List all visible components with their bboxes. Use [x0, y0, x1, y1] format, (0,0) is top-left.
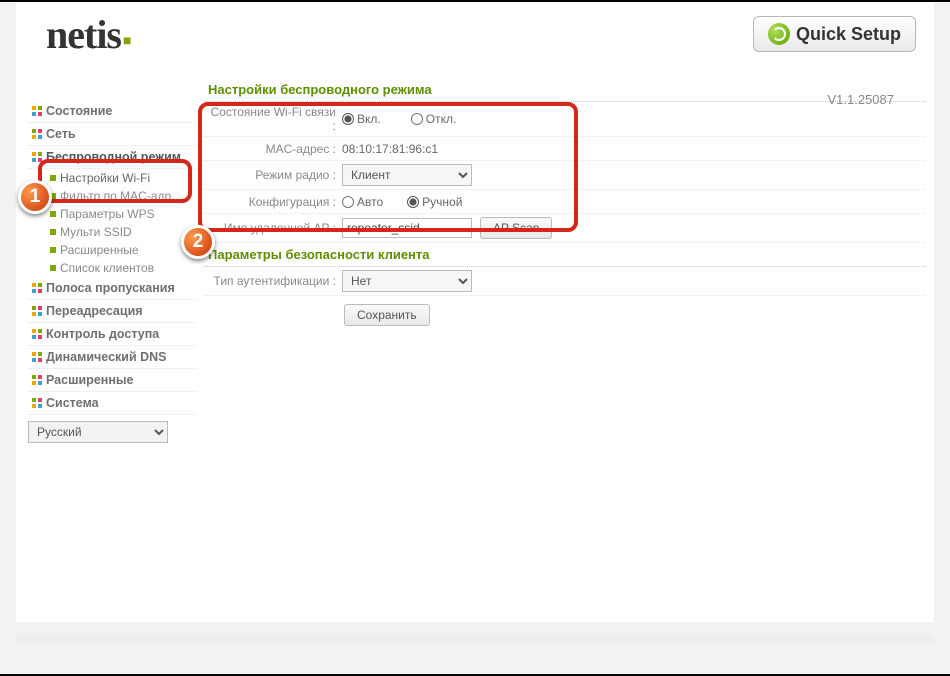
radio-mode-select[interactable]: Клиент	[342, 164, 472, 186]
sidebar-item-forwarding[interactable]: Переадресация	[28, 300, 196, 323]
wifi-state-off-radio[interactable]: Откл.	[411, 112, 457, 126]
footer-bar	[16, 634, 934, 644]
sidebar-item-access[interactable]: Контроль доступа	[28, 323, 196, 346]
bullet-icon	[50, 211, 56, 217]
sidebar-item-wireless[interactable]: Беспроводной режим	[28, 146, 196, 169]
bullet-icon	[50, 175, 56, 181]
mac-value: 08:10:17:81:96:c1	[342, 142, 438, 156]
main-content: Настройки беспроводного режима Состояние…	[196, 66, 934, 443]
firmware-version: V1.1.25087	[827, 92, 894, 107]
quick-setup-label: Quick Setup	[796, 24, 901, 45]
sidebar-sub-mac-filter[interactable]: Фильтр по MAC-адр.	[28, 187, 196, 205]
sidebar-sub-wifi-settings[interactable]: Настройки Wi-Fi	[28, 169, 196, 187]
sidebar-item-status[interactable]: Состояние	[28, 100, 196, 123]
radio-mode-label: Режим радио :	[204, 168, 342, 182]
nav-icon	[32, 329, 42, 339]
refresh-icon	[768, 23, 790, 45]
mac-label: MAC-адрес :	[204, 142, 342, 156]
config-auto-radio[interactable]: Авто	[342, 195, 383, 209]
wifi-state-on-radio[interactable]: Вкл.	[342, 112, 381, 126]
save-button[interactable]: Сохранить	[344, 304, 430, 326]
sidebar: Состояние Сеть Беспроводной режим Настро…	[16, 66, 196, 443]
nav-icon	[32, 306, 42, 316]
sidebar-sub-clients[interactable]: Список клиентов	[28, 259, 196, 277]
auth-type-label: Тип аутентификации :	[204, 274, 342, 288]
nav-icon	[32, 375, 42, 385]
sidebar-item-bandwidth[interactable]: Полоса пропускания	[28, 277, 196, 300]
quick-setup-button[interactable]: Quick Setup	[753, 16, 916, 52]
nav-icon	[32, 129, 42, 139]
remote-ap-input[interactable]	[342, 218, 472, 238]
language-select[interactable]: Русский	[28, 421, 168, 443]
remote-ap-label: Имя удаленной AP :	[204, 221, 342, 235]
sidebar-sub-wps[interactable]: Параметры WPS	[28, 205, 196, 223]
config-label: Конфигурация :	[204, 195, 342, 209]
sidebar-sub-advanced[interactable]: Расширенные	[28, 241, 196, 259]
bullet-icon	[50, 229, 56, 235]
config-manual-radio[interactable]: Ручной	[407, 195, 462, 209]
sidebar-item-ddns[interactable]: Динамический DNS	[28, 346, 196, 369]
annotation-badge-1: 1	[18, 180, 52, 214]
bullet-icon	[50, 265, 56, 271]
section-security-title: Параметры безопасности клиента	[204, 243, 926, 267]
sidebar-sub-multi-ssid[interactable]: Мульти SSID	[28, 223, 196, 241]
nav-icon	[32, 398, 42, 408]
section-wireless-title: Настройки беспроводного режима	[204, 78, 926, 102]
wifi-state-label: Состояние Wi-Fi связи :	[204, 105, 342, 133]
sidebar-item-system[interactable]: Система	[28, 392, 196, 415]
bullet-icon	[50, 247, 56, 253]
sidebar-item-advanced[interactable]: Расширенные	[28, 369, 196, 392]
sidebar-item-network[interactable]: Сеть	[28, 123, 196, 146]
auth-type-select[interactable]: Нет	[342, 270, 472, 292]
nav-icon	[32, 106, 42, 116]
nav-icon	[32, 152, 42, 162]
brand-logo: netis■	[46, 11, 130, 58]
nav-icon	[32, 283, 42, 293]
nav-icon	[32, 352, 42, 362]
ap-scan-button[interactable]: AP Scan	[480, 217, 552, 239]
annotation-badge-2: 2	[181, 225, 215, 259]
